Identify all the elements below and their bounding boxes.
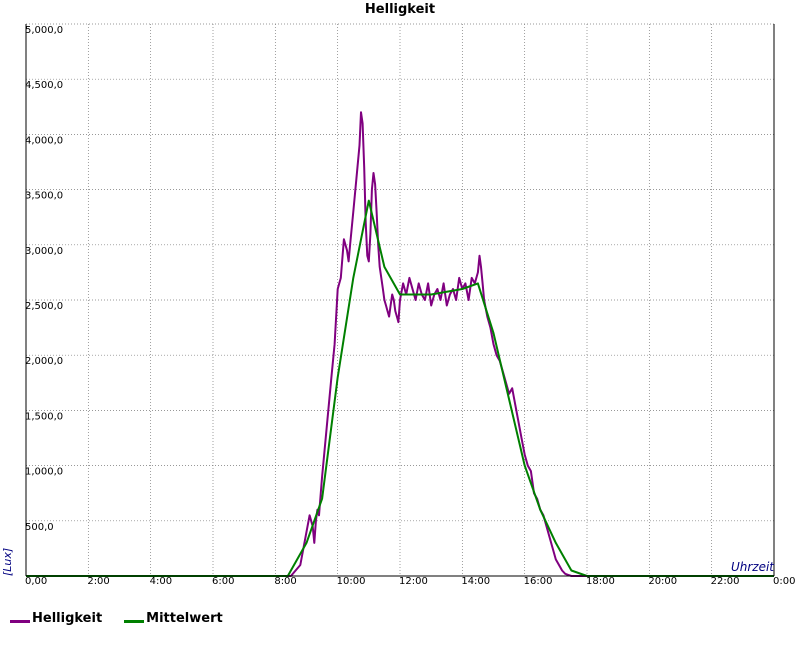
legend-label-mittelwert: Mittelwert [146, 610, 223, 626]
y-tick-label: 1,000,0 [25, 467, 63, 478]
y-tick-label: 4,500,0 [25, 80, 63, 91]
y-tick-label: 2,000,0 [25, 356, 63, 367]
x-tick-label: 14:00 [461, 576, 490, 587]
y-tick-label: 3,500,0 [25, 191, 63, 202]
x-tick-label: 8:00 [274, 576, 296, 587]
x-tick-labels: 0,00 2:00 4:00 6:00 8:00 10:00 12:00 14:00 16:00… [25, 576, 795, 587]
x-tick-label: 16:00 [524, 576, 553, 587]
chart-title: Helligkeit [365, 2, 435, 17]
x-tick-label: 22:00 [711, 576, 740, 587]
x-tick-label: 2:00 [87, 576, 109, 587]
legend-swatch-helligkeit [10, 619, 30, 623]
legend-item-mittelwert: Mittelwert [124, 611, 223, 626]
x-tick-label: 6:00 [212, 576, 234, 587]
x-axis-label: Uhrzeit [731, 560, 775, 574]
x-tick-label: 0:00 [773, 576, 795, 587]
legend: Helligkeit Mittelwert [10, 608, 245, 628]
y-tick-label: 2,500,0 [25, 301, 63, 312]
x-tick-label: 0,00 [25, 576, 47, 587]
y-tick-label: 4,000,0 [25, 135, 63, 146]
legend-item-helligkeit: Helligkeit [10, 611, 102, 626]
legend-swatch-mittelwert [124, 619, 145, 623]
brightness-chart: 500,0 1,000,0 1,500,0 2,000,0 2,500,0 3,000,0… [1, 2, 795, 587]
x-tick-label: 20:00 [648, 576, 677, 587]
x-tick-label: 10:00 [337, 576, 366, 587]
y-tick-label: 5,000,0 [25, 25, 63, 36]
x-tick-label: 18:00 [586, 576, 615, 587]
legend-label-helligkeit: Helligkeit [32, 610, 103, 626]
x-tick-label: 12:00 [399, 576, 428, 587]
y-axis-label: [Lux] [1, 548, 14, 576]
y-tick-label: 500,0 [25, 522, 54, 533]
y-tick-label: 1,500,0 [25, 411, 63, 422]
y-tick-label: 3,000,0 [25, 246, 63, 257]
x-tick-label: 4:00 [150, 576, 172, 587]
